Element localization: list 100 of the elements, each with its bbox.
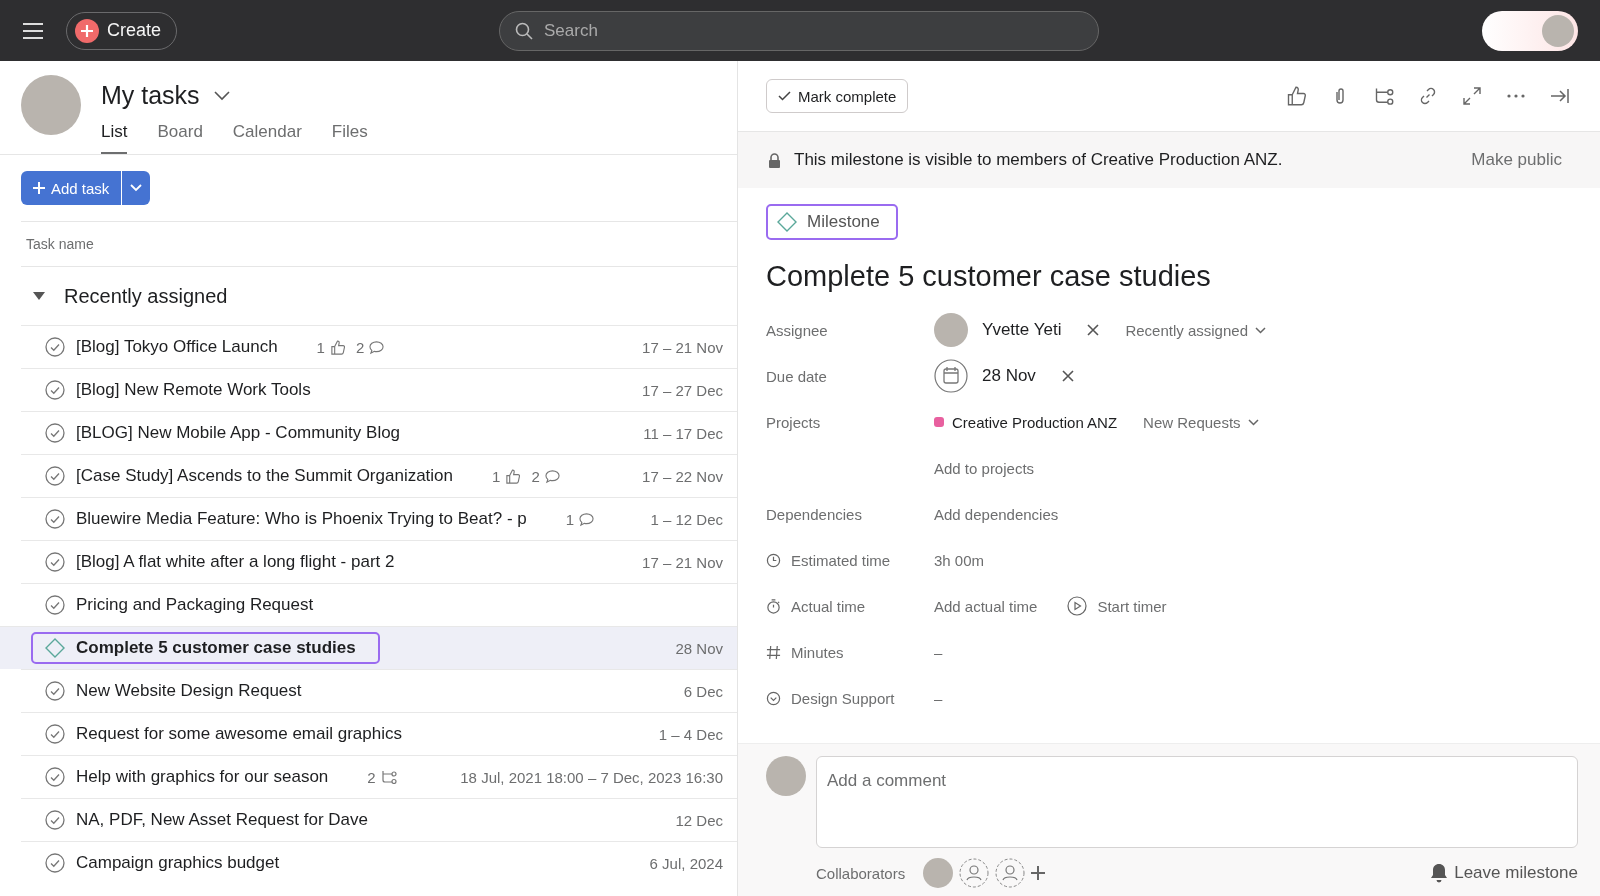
field-value[interactable]: – (934, 643, 943, 661)
task-title[interactable]: Complete 5 customer case studies (766, 260, 1572, 293)
task-row[interactable]: Bluewire Media Feature: Who is Phoenix Trying to Beat? - p 1 1 – 12 Dec (21, 497, 737, 540)
check-circle-icon[interactable] (45, 509, 65, 529)
diamond-icon[interactable] (45, 638, 65, 658)
check-circle-icon[interactable] (45, 337, 65, 357)
link-icon[interactable] (1418, 86, 1438, 106)
thumbs-up-icon (329, 339, 345, 355)
check-circle-icon[interactable] (45, 380, 65, 400)
subtask-icon (380, 770, 397, 784)
task-row[interactable]: Request for some awesome email graphics 1 – 4 Dec (21, 712, 737, 755)
task-row[interactable]: [Case Study] Ascends to the Summit Organization 1 2 17 – 22 Nov (21, 454, 737, 497)
comment-field[interactable]: Add a comment (816, 756, 1578, 848)
hash-icon (766, 644, 781, 660)
add-link[interactable]: Add dependencies (934, 505, 1059, 523)
mark-complete-button[interactable]: Mark complete (766, 79, 909, 113)
like-count: 1 (316, 338, 325, 356)
close-icon[interactable] (1087, 324, 1100, 336)
avatar (21, 75, 81, 135)
subtask-icon[interactable] (1374, 86, 1394, 106)
task-name: Request for some awesome email graphics (76, 724, 402, 744)
task-row[interactable]: Campaign graphics budget 6 Jul, 2024 (21, 841, 737, 884)
account-button[interactable] (1482, 10, 1578, 51)
milestone-badge[interactable]: Milestone (766, 204, 898, 240)
task-name: [Case Study] Ascends to the Summit Organization (76, 466, 454, 486)
add-task-button[interactable]: Add task (21, 171, 122, 205)
view-tab[interactable]: Board (157, 118, 203, 154)
task-name: [Blog] New Remote Work Tools (76, 380, 311, 400)
task-row[interactable]: [Blog] A flat white after a long flight - part 2 17 – 21 Nov (21, 540, 737, 583)
plus-icon (75, 18, 99, 43)
due-date: 18 Jul, 2021 18:00 – 7 Dec, 2023 16:30 (460, 768, 723, 786)
search-icon (515, 21, 534, 40)
plus-icon (33, 182, 45, 194)
task-row[interactable]: [Blog] New Remote Work Tools 17 – 27 Dec (21, 368, 737, 411)
due-date-value[interactable]: 28 Nov (982, 366, 1036, 386)
task-row[interactable]: [Blog] Tokyo Office Launch 1 2 17 – 21 Nov (21, 325, 737, 368)
task-name: Pricing and Packaging Request (76, 595, 314, 615)
add-person-icon[interactable] (959, 858, 990, 888)
field-label: Estimated time (791, 551, 891, 569)
dropdown-circle-icon (766, 690, 781, 706)
section-dropdown[interactable]: Recently assigned (1125, 321, 1266, 339)
search-field[interactable]: Search (499, 10, 1100, 51)
like-count: 1 (492, 467, 501, 485)
add-time-link[interactable]: Add actual time (934, 597, 1038, 615)
close-icon[interactable] (1061, 370, 1074, 382)
task-row[interactable]: New Website Design Request 6 Dec (21, 669, 737, 712)
menu-icon[interactable] (22, 21, 44, 40)
start-timer-button[interactable]: Start timer (1067, 596, 1167, 616)
project-name[interactable]: Creative Production ANZ (952, 413, 1118, 431)
check-circle-icon[interactable] (45, 466, 65, 486)
due-date: 17 – 22 Nov (642, 467, 723, 485)
task-name: [BLOG] New Mobile App - Community Blog (76, 423, 401, 443)
due-date: 1 – 12 Dec (650, 510, 723, 528)
task-name: [Blog] A flat white after a long flight - part 2 (76, 552, 395, 572)
add-task-dropdown[interactable] (122, 171, 151, 205)
check-circle-icon[interactable] (45, 853, 65, 873)
check-circle-icon[interactable] (45, 724, 65, 744)
lock-icon (768, 152, 781, 168)
task-row[interactable]: NA, PDF, New Asset Request for Dave 12 Dec (21, 798, 737, 841)
field-label: Dependencies (766, 505, 862, 523)
field-label: Due date (766, 367, 827, 385)
due-date: 17 – 21 Nov (642, 553, 723, 571)
due-date: 1 – 4 Dec (658, 725, 723, 743)
chevron-down-icon[interactable] (213, 90, 230, 101)
view-tab[interactable]: List (101, 118, 128, 154)
due-date: 17 – 21 Nov (642, 338, 723, 356)
make-public-link[interactable]: Make public (1471, 150, 1562, 170)
check-circle-icon[interactable] (45, 595, 65, 615)
field-value[interactable]: 3h 00m (934, 551, 985, 569)
field-label: Assignee (766, 321, 828, 339)
comment-count: 1 (565, 510, 575, 528)
visibility-notice: This milestone is visible to members of Creative Production ANZ. (794, 150, 1283, 170)
check-circle-icon[interactable] (45, 552, 65, 572)
close-panel-icon[interactable] (1550, 86, 1570, 106)
assignee-name[interactable]: Yvette Yeti (982, 320, 1062, 340)
chevron-down-icon (1247, 418, 1259, 426)
view-tab[interactable]: Calendar (232, 118, 302, 154)
expand-icon[interactable] (1462, 86, 1482, 106)
clock-icon (766, 552, 781, 568)
caret-icon[interactable] (32, 291, 46, 301)
check-circle-icon[interactable] (45, 423, 65, 443)
plus-icon[interactable] (1031, 866, 1046, 880)
check-circle-icon[interactable] (45, 810, 65, 830)
view-tab[interactable]: Files (331, 118, 368, 154)
field-value[interactable]: – (934, 689, 943, 707)
task-row[interactable]: [BLOG] New Mobile App - Community Blog 11 – 17 Dec (21, 411, 737, 454)
check-circle-icon[interactable] (45, 681, 65, 701)
stopwatch-icon (766, 598, 781, 614)
leave-milestone-button[interactable]: Leave milestone (1430, 863, 1578, 883)
due-date: 6 Dec (683, 682, 723, 700)
task-name: Campaign graphics budget (76, 853, 280, 873)
thumbs-up-icon[interactable] (1286, 86, 1306, 106)
task-row[interactable]: Help with graphics for our season 2 18 Jul, 2021 18:00 – 7 Dec, 2023 16:30 (21, 755, 737, 798)
section-dropdown[interactable]: New Requests (1143, 413, 1259, 431)
add-person-icon[interactable] (995, 858, 1026, 888)
calendar-icon[interactable] (934, 359, 968, 393)
check-circle-icon[interactable] (45, 767, 65, 787)
add-link[interactable]: Add to projects (934, 459, 1035, 477)
comment-count: 2 (355, 338, 365, 356)
task-row[interactable]: Complete 5 customer case studies 28 Nov (0, 626, 737, 669)
